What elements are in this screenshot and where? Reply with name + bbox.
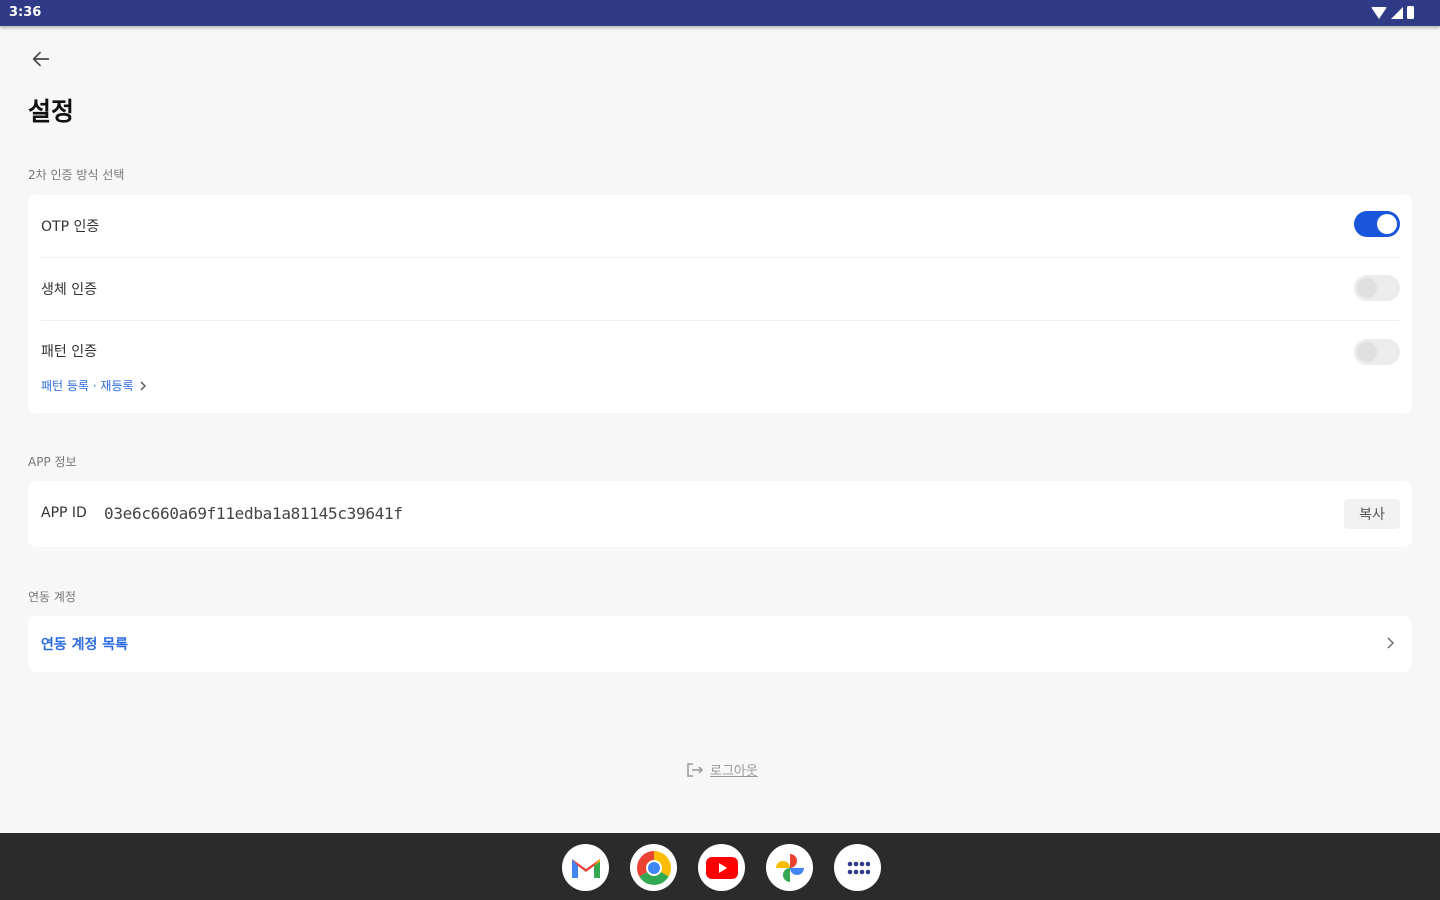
app-id-label: APP ID [41,505,87,521]
auth-section-label: 2차 인증 방식 선택 [28,168,125,182]
chrome-icon [636,850,671,885]
chrome-app[interactable] [630,844,677,891]
cellular-icon [1391,6,1403,19]
app-section-label: APP 정보 [28,455,77,469]
youtube-icon [705,856,738,879]
otp-toggle[interactable] [1354,211,1400,237]
otp-row: OTP 인증 [28,195,1412,257]
copy-button[interactable]: 복사 [1344,499,1400,529]
navigation-bar [0,833,1440,900]
pattern-register-link[interactable]: 패턴 등록 · 재등록 [41,377,148,394]
youtube-app[interactable] [698,844,745,891]
app-drawer[interactable] [834,844,881,891]
auth-card: OTP 인증 생체 인증 패턴 인증 패턴 등록 · 재등록 [28,195,1412,413]
gmail-app[interactable] [562,844,609,891]
gmail-icon [571,858,600,878]
app-drawer-icon [847,861,870,874]
linked-section-label: 연동 계정 [28,590,76,604]
logout-label: 로그아웃 [710,764,758,779]
biometric-label: 생체 인증 [41,282,97,298]
pattern-register-label: 패턴 등록 · 재등록 [41,379,134,393]
pattern-toggle[interactable] [1354,339,1400,365]
toggle-knob [1357,278,1377,298]
logout-button[interactable]: 로그아웃 [686,760,758,779]
photos-app[interactable] [766,844,813,891]
status-bar: 3:36 [0,0,1440,26]
toggle-knob [1377,214,1397,234]
toggle-knob [1357,342,1377,362]
battery-icon [1407,6,1414,19]
linked-accounts-label: 연동 계정 목록 [41,637,129,653]
status-icons [1371,6,1414,19]
photos-icon [775,853,804,882]
page-title: 설정 [28,97,75,126]
back-button[interactable] [26,44,56,74]
otp-label: OTP 인증 [41,219,100,235]
biometric-row: 생체 인증 [28,258,1412,320]
chevron-right-icon [140,381,146,390]
app-dock [562,844,881,891]
pattern-row: 패턴 인증 패턴 등록 · 재등록 [28,321,1412,413]
pattern-label: 패턴 인증 [41,344,97,360]
logout-icon [687,762,704,777]
chevron-right-icon [1387,637,1394,649]
status-time: 3:36 [9,5,42,20]
app-id-value: 03e6c660a69f11edba1a81145c39641f [104,504,403,523]
app-info-card: APP ID 03e6c660a69f11edba1a81145c39641f … [28,481,1412,547]
wifi-icon [1371,6,1387,19]
arrow-left-icon [32,51,50,67]
linked-accounts-item[interactable]: 연동 계정 목록 [28,616,1412,672]
biometric-toggle[interactable] [1354,275,1400,301]
